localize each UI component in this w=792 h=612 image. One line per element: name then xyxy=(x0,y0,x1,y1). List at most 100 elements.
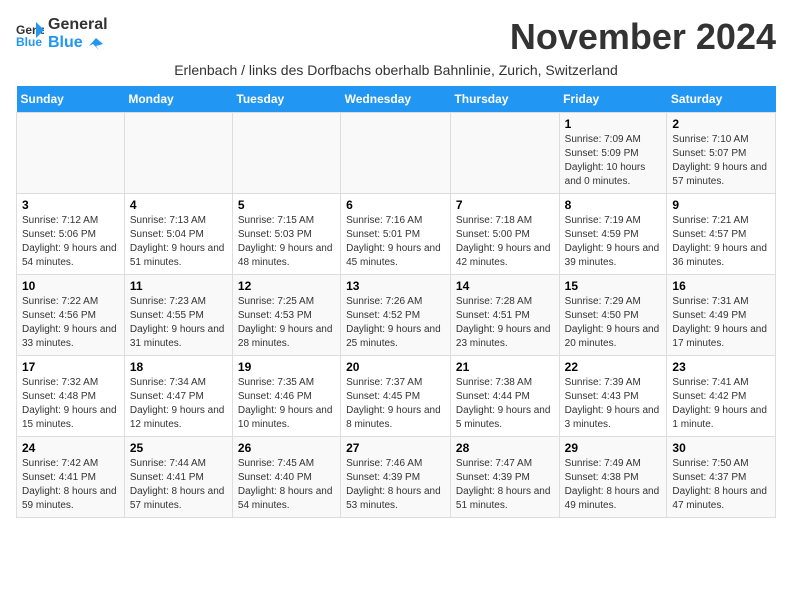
calendar-week-row: 24 Sunrise: 7:42 AM Sunset: 4:41 PM Dayli… xyxy=(17,437,776,518)
day-header-thursday: Thursday xyxy=(450,86,559,113)
day-info: Sunrise: 7:19 AM Sunset: 4:59 PM Dayligh… xyxy=(565,214,662,270)
calendar-week-row: 1 Sunrise: 7:09 AM Sunset: 5:09 PM Daylig… xyxy=(17,113,776,194)
calendar-cell: 16 Sunrise: 7:31 AM Sunset: 4:49 PM Dayli… xyxy=(667,275,776,356)
day-info: Sunrise: 7:47 AM Sunset: 4:39 PM Dayligh… xyxy=(456,457,554,513)
calendar-cell: 23 Sunrise: 7:41 AM Sunset: 4:42 PM Dayli… xyxy=(667,356,776,437)
day-info: Sunrise: 7:25 AM Sunset: 4:53 PM Dayligh… xyxy=(238,295,335,351)
day-info: Sunrise: 7:32 AM Sunset: 4:48 PM Dayligh… xyxy=(22,376,119,432)
day-number: 9 xyxy=(672,198,770,212)
day-number: 3 xyxy=(22,198,119,212)
calendar-cell: 14 Sunrise: 7:28 AM Sunset: 4:51 PM Dayli… xyxy=(450,275,559,356)
calendar-cell: 28 Sunrise: 7:47 AM Sunset: 4:39 PM Dayli… xyxy=(450,437,559,518)
day-info: Sunrise: 7:39 AM Sunset: 4:43 PM Dayligh… xyxy=(565,376,662,432)
calendar-cell: 29 Sunrise: 7:49 AM Sunset: 4:38 PM Dayli… xyxy=(559,437,667,518)
day-number: 14 xyxy=(456,279,554,293)
day-header-saturday: Saturday xyxy=(667,86,776,113)
logo-general: General xyxy=(48,16,108,34)
day-number: 6 xyxy=(346,198,445,212)
day-info: Sunrise: 7:15 AM Sunset: 5:03 PM Dayligh… xyxy=(238,214,335,270)
day-info: Sunrise: 7:26 AM Sunset: 4:52 PM Dayligh… xyxy=(346,295,445,351)
subtitle: Erlenbach / links des Dorfbachs oberhalb… xyxy=(16,62,776,78)
calendar-cell: 7Sunrise: 7:18 AM Sunset: 5:00 PM Daylig… xyxy=(450,194,559,275)
day-info: Sunrise: 7:13 AM Sunset: 5:04 PM Dayligh… xyxy=(130,214,227,270)
calendar-cell: 26 Sunrise: 7:45 AM Sunset: 4:40 PM Dayli… xyxy=(232,437,340,518)
logo-icon: General Blue xyxy=(16,20,44,48)
calendar-cell: 25Sunrise: 7:44 AM Sunset: 4:41 PM Dayli… xyxy=(124,437,232,518)
day-info: Sunrise: 7:46 AM Sunset: 4:39 PM Dayligh… xyxy=(346,457,445,513)
month-title: November 2024 xyxy=(510,16,776,58)
logo: General Blue General Blue xyxy=(16,16,108,52)
calendar-cell: 13 Sunrise: 7:26 AM Sunset: 4:52 PM Dayli… xyxy=(341,275,451,356)
day-header-friday: Friday xyxy=(559,86,667,113)
day-number: 26 xyxy=(238,441,335,455)
calendar-cell: 18Sunrise: 7:34 AM Sunset: 4:47 PM Dayli… xyxy=(124,356,232,437)
day-info: Sunrise: 7:21 AM Sunset: 4:57 PM Dayligh… xyxy=(672,214,770,270)
day-number: 24 xyxy=(22,441,119,455)
calendar-cell: 17Sunrise: 7:32 AM Sunset: 4:48 PM Dayli… xyxy=(17,356,125,437)
day-info: Sunrise: 7:16 AM Sunset: 5:01 PM Dayligh… xyxy=(346,214,445,270)
day-info: Sunrise: 7:49 AM Sunset: 4:38 PM Dayligh… xyxy=(565,457,662,513)
day-info: Sunrise: 7:37 AM Sunset: 4:45 PM Dayligh… xyxy=(346,376,445,432)
day-info: Sunrise: 7:44 AM Sunset: 4:41 PM Dayligh… xyxy=(130,457,227,513)
day-info: Sunrise: 7:18 AM Sunset: 5:00 PM Dayligh… xyxy=(456,214,554,270)
day-number: 29 xyxy=(565,441,662,455)
day-header-tuesday: Tuesday xyxy=(232,86,340,113)
day-info: Sunrise: 7:12 AM Sunset: 5:06 PM Dayligh… xyxy=(22,214,119,270)
day-info: Sunrise: 7:29 AM Sunset: 4:50 PM Dayligh… xyxy=(565,295,662,351)
day-number: 16 xyxy=(672,279,770,293)
day-number: 28 xyxy=(456,441,554,455)
calendar-cell: 6 Sunrise: 7:16 AM Sunset: 5:01 PM Daylig… xyxy=(341,194,451,275)
day-number: 21 xyxy=(456,360,554,374)
calendar-body: 1 Sunrise: 7:09 AM Sunset: 5:09 PM Daylig… xyxy=(17,113,776,518)
day-info: Sunrise: 7:42 AM Sunset: 4:41 PM Dayligh… xyxy=(22,457,119,513)
calendar-cell xyxy=(341,113,451,194)
calendar-week-row: 3 Sunrise: 7:12 AM Sunset: 5:06 PM Daylig… xyxy=(17,194,776,275)
day-number: 20 xyxy=(346,360,445,374)
calendar-week-row: 10 Sunrise: 7:22 AM Sunset: 4:56 PM Dayli… xyxy=(17,275,776,356)
calendar-header-row: SundayMondayTuesdayWednesdayThursdayFrid… xyxy=(17,86,776,113)
calendar-cell: 5 Sunrise: 7:15 AM Sunset: 5:03 PM Daylig… xyxy=(232,194,340,275)
day-info: Sunrise: 7:41 AM Sunset: 4:42 PM Dayligh… xyxy=(672,376,770,432)
day-number: 4 xyxy=(130,198,227,212)
day-number: 23 xyxy=(672,360,770,374)
calendar-cell: 19Sunrise: 7:35 AM Sunset: 4:46 PM Dayli… xyxy=(232,356,340,437)
calendar-cell: 20 Sunrise: 7:37 AM Sunset: 4:45 PM Dayli… xyxy=(341,356,451,437)
day-header-sunday: Sunday xyxy=(17,86,125,113)
day-number: 12 xyxy=(238,279,335,293)
day-number: 27 xyxy=(346,441,445,455)
calendar-cell: 24 Sunrise: 7:42 AM Sunset: 4:41 PM Dayli… xyxy=(17,437,125,518)
day-info: Sunrise: 7:31 AM Sunset: 4:49 PM Dayligh… xyxy=(672,295,770,351)
calendar-cell: 27 Sunrise: 7:46 AM Sunset: 4:39 PM Dayli… xyxy=(341,437,451,518)
calendar-cell: 1 Sunrise: 7:09 AM Sunset: 5:09 PM Daylig… xyxy=(559,113,667,194)
day-info: Sunrise: 7:10 AM Sunset: 5:07 PM Dayligh… xyxy=(672,133,770,189)
calendar-cell: 15 Sunrise: 7:29 AM Sunset: 4:50 PM Dayli… xyxy=(559,275,667,356)
day-info: Sunrise: 7:23 AM Sunset: 4:55 PM Dayligh… xyxy=(130,295,227,351)
calendar-cell xyxy=(232,113,340,194)
day-number: 5 xyxy=(238,198,335,212)
day-info: Sunrise: 7:09 AM Sunset: 5:09 PM Dayligh… xyxy=(565,133,662,189)
svg-text:Blue: Blue xyxy=(16,35,42,48)
day-info: Sunrise: 7:45 AM Sunset: 4:40 PM Dayligh… xyxy=(238,457,335,513)
calendar-cell: 3 Sunrise: 7:12 AM Sunset: 5:06 PM Daylig… xyxy=(17,194,125,275)
calendar-cell: 8Sunrise: 7:19 AM Sunset: 4:59 PM Daylig… xyxy=(559,194,667,275)
day-number: 18 xyxy=(130,360,227,374)
calendar-cell xyxy=(450,113,559,194)
calendar-cell: 12 Sunrise: 7:25 AM Sunset: 4:53 PM Dayli… xyxy=(232,275,340,356)
day-info: Sunrise: 7:38 AM Sunset: 4:44 PM Dayligh… xyxy=(456,376,554,432)
day-info: Sunrise: 7:50 AM Sunset: 4:37 PM Dayligh… xyxy=(672,457,770,513)
calendar-cell xyxy=(17,113,125,194)
calendar-cell xyxy=(124,113,232,194)
day-number: 15 xyxy=(565,279,662,293)
logo-blue: Blue xyxy=(48,34,83,51)
calendar-table: SundayMondayTuesdayWednesdayThursdayFrid… xyxy=(16,86,776,518)
calendar-cell: 22Sunrise: 7:39 AM Sunset: 4:43 PM Dayli… xyxy=(559,356,667,437)
day-number: 1 xyxy=(565,117,662,131)
day-info: Sunrise: 7:22 AM Sunset: 4:56 PM Dayligh… xyxy=(22,295,119,351)
calendar-cell: 10 Sunrise: 7:22 AM Sunset: 4:56 PM Dayli… xyxy=(17,275,125,356)
calendar-cell: 9 Sunrise: 7:21 AM Sunset: 4:57 PM Daylig… xyxy=(667,194,776,275)
day-number: 13 xyxy=(346,279,445,293)
day-number: 10 xyxy=(22,279,119,293)
day-number: 19 xyxy=(238,360,335,374)
day-info: Sunrise: 7:28 AM Sunset: 4:51 PM Dayligh… xyxy=(456,295,554,351)
day-number: 30 xyxy=(672,441,770,455)
